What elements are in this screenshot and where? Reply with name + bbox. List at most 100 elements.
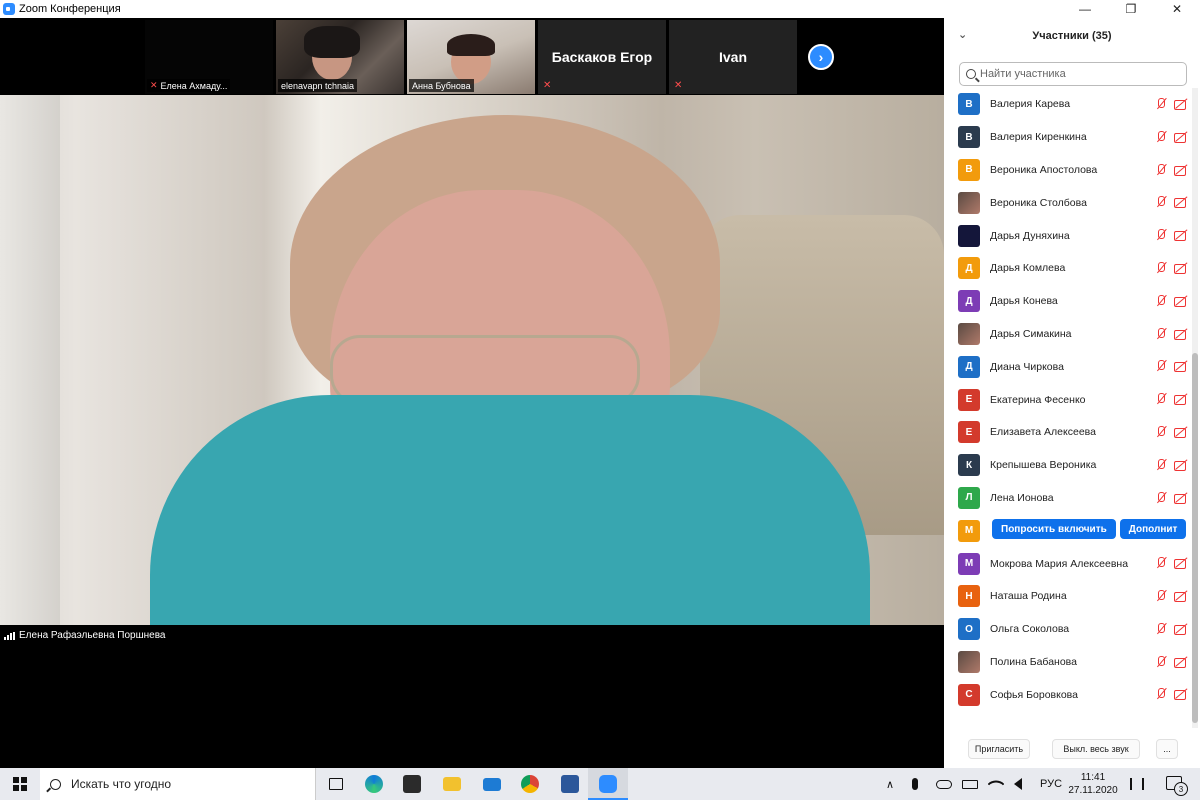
participant-name: Лена Ионова (990, 491, 1054, 504)
task-view-icon (329, 778, 343, 790)
minimize-button[interactable]: — (1062, 0, 1108, 18)
video-off-icon (1174, 491, 1188, 505)
taskbar-app-word[interactable] (550, 768, 590, 800)
taskbar-app-store[interactable] (392, 768, 432, 800)
participant-status-icons (1154, 556, 1188, 570)
participant-row[interactable]: Е Екатерина Фесенко (944, 383, 1192, 416)
mic-muted-icon (1154, 655, 1168, 669)
mic-muted-icon (1154, 327, 1168, 341)
volume-tray-icon[interactable] (1014, 768, 1022, 800)
video-thumbnail[interactable]: ✕ Елена Ахмаду... (145, 20, 273, 94)
participant-search-input[interactable]: Найти участника (959, 62, 1187, 86)
video-off-icon (1174, 458, 1188, 472)
ask-to-unmute-button[interactable]: Попросить включить (992, 519, 1116, 540)
taskbar-app-chrome[interactable] (510, 768, 550, 800)
close-button[interactable]: ✕ (1154, 0, 1200, 18)
network-tray-icon[interactable] (987, 768, 1005, 800)
mic-muted-icon: ✕ (150, 80, 158, 90)
show-hidden-icons-button[interactable]: ∧ (886, 768, 894, 800)
mic-muted-icon (1154, 458, 1168, 472)
participant-row[interactable]: Н Наташа Родина (944, 580, 1192, 613)
participant-name: Софья Боровкова (990, 688, 1078, 701)
taskbar-app-explorer[interactable] (432, 768, 472, 800)
participant-status-icons (1154, 327, 1188, 341)
participant-row[interactable]: Д Диана Чиркова (944, 350, 1192, 383)
participant-row[interactable]: Л Лена Ионова (944, 482, 1192, 515)
microphone-tray-icon[interactable] (912, 768, 918, 800)
mic-muted-icon: ✕ (674, 80, 683, 91)
participant-status-icons (1154, 359, 1188, 373)
video-thumbnail[interactable]: Анна Бубнова (407, 20, 535, 94)
participant-row[interactable]: Полина Бабанова (944, 646, 1192, 679)
panel-scrollbar[interactable] (1192, 88, 1198, 728)
avatar: Д (958, 257, 980, 280)
participant-row[interactable]: О Ольга Соколова (944, 613, 1192, 646)
participant-hover-actions: Попросить включить Дополнит (992, 519, 1187, 540)
participant-row[interactable]: С Софья Боровкова (944, 678, 1192, 711)
onedrive-tray-icon[interactable] (936, 768, 952, 800)
participant-row[interactable]: М Попросить включить Дополнит (944, 514, 1192, 547)
panel-header: ⌄ Участники (35) (944, 18, 1200, 54)
participant-status-icons (1154, 195, 1188, 209)
participant-row[interactable]: В Валерия Карева (944, 88, 1192, 121)
avatar: Н (958, 585, 980, 608)
participant-row[interactable]: Д Дарья Конева (944, 285, 1192, 318)
chrome-icon (521, 775, 539, 793)
taskbar-app-zoom[interactable] (588, 768, 628, 800)
video-off-icon (1174, 392, 1188, 406)
invite-button[interactable]: Пригласить (968, 739, 1030, 759)
search-placeholder: Найти участника (980, 68, 1066, 80)
participant-status-icons (1154, 655, 1188, 669)
participant-name: Дарья Конева (990, 295, 1058, 308)
participant-status-icons (1154, 491, 1188, 505)
start-button[interactable] (0, 768, 40, 800)
participant-row[interactable]: В Валерия Киренкина (944, 121, 1192, 154)
participant-row[interactable]: Вероника Столбова (944, 186, 1192, 219)
search-icon (966, 69, 976, 79)
participant-row[interactable]: Дарья Дуняхина (944, 219, 1192, 252)
participant-name: Крепышева Вероника (990, 459, 1097, 472)
taskbar-clock[interactable]: 11:41 27.11.2020 (1068, 771, 1118, 797)
video-thumbnail[interactable]: elenavapn tchnaia (276, 20, 404, 94)
participant-name: Баскаков Егор (551, 49, 653, 65)
participant-row[interactable]: Дарья Симакина (944, 318, 1192, 351)
video-thumbnail[interactable]: Ivan ✕ (669, 20, 797, 94)
meet-now-tray-icon[interactable] (1130, 768, 1144, 800)
taskbar-app-mail[interactable] (472, 768, 512, 800)
mic-muted-icon (1154, 589, 1168, 603)
mic-muted-icon (1154, 97, 1168, 111)
participant-row[interactable]: Д Дарья Комлева (944, 252, 1192, 285)
active-speaker-video (0, 95, 944, 625)
notification-count-badge: 3 (1174, 782, 1188, 796)
task-view-button[interactable] (316, 768, 356, 800)
more-options-button[interactable]: ... (1156, 739, 1178, 759)
avatar: В (958, 158, 980, 181)
participant-row[interactable]: К Крепышева Вероника (944, 449, 1192, 482)
more-actions-button[interactable]: Дополнит (1119, 519, 1187, 540)
participant-status-icons (1154, 425, 1188, 439)
chevron-down-icon[interactable]: ⌄ (958, 28, 967, 41)
mic-muted-icon (1154, 359, 1168, 373)
video-off-icon (1174, 261, 1188, 275)
avatar (958, 322, 980, 345)
participant-name: Елизавета Алексеева (990, 426, 1096, 439)
signal-strength-icon (4, 631, 15, 640)
taskbar-search-input[interactable]: Искать что угодно (40, 768, 316, 800)
restore-button[interactable]: ❐ (1108, 0, 1154, 18)
store-icon (403, 775, 421, 793)
participant-row[interactable]: Е Елизавета Алексеева (944, 416, 1192, 449)
language-indicator[interactable]: РУС (1040, 768, 1062, 800)
participant-row[interactable]: М Мокрова Мария Алексеевна (944, 547, 1192, 580)
mute-all-button[interactable]: Выкл. весь звук (1052, 739, 1140, 759)
taskbar-app-edge[interactable] (354, 768, 394, 800)
video-off-icon (1174, 195, 1188, 209)
next-page-button[interactable]: › (808, 44, 834, 70)
participant-name: Полина Бабанова (990, 655, 1077, 668)
video-thumbnail[interactable]: Баскаков Егор ✕ (538, 20, 666, 94)
battery-tray-icon[interactable] (962, 768, 978, 800)
mic-muted-icon (1154, 622, 1168, 636)
video-off-icon (1174, 294, 1188, 308)
participant-row[interactable]: В Вероника Апостолова (944, 154, 1192, 187)
scrollbar-thumb[interactable] (1192, 353, 1198, 723)
video-off-icon (1174, 687, 1188, 701)
